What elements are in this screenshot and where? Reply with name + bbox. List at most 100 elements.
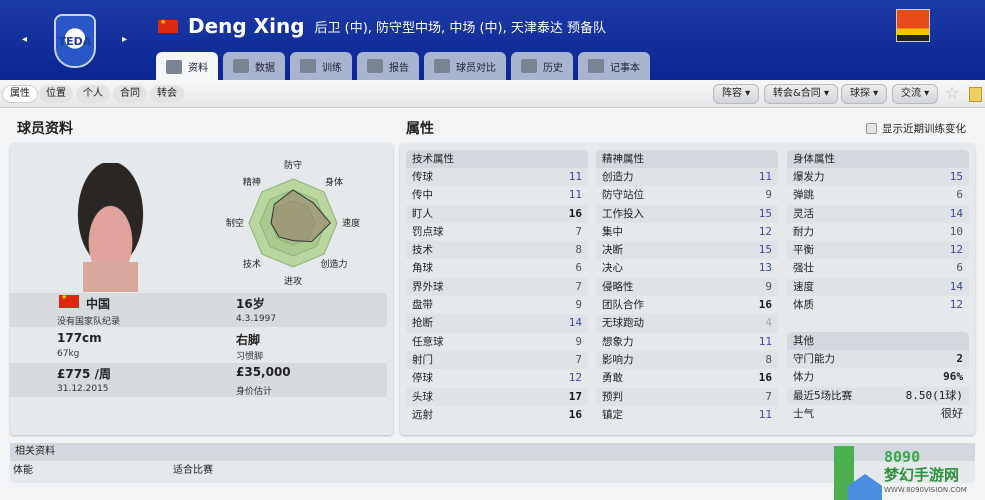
tab-label: 记事本	[610, 62, 640, 74]
attribute-value: 15	[949, 170, 963, 183]
attribute-row: 最近5场比赛 8.50(1球)	[787, 386, 969, 405]
attribute-name: 勇敢	[602, 372, 623, 385]
attribute-row: 射门 7	[406, 350, 588, 370]
attribute-name: 士气	[793, 407, 814, 420]
weight: 67kg	[57, 349, 80, 359]
attribute-row: 强壮 6	[787, 259, 969, 277]
market-value-label: 身价估计	[236, 387, 273, 397]
notebook-icon	[588, 59, 604, 73]
attribute-value: 7	[575, 279, 582, 293]
scout-menu[interactable]: 球探 ▾	[841, 84, 888, 104]
international-record: 没有国家队纪录	[57, 317, 121, 327]
attribute-row: 体力 96%	[787, 368, 969, 386]
attribute-value: 16	[758, 298, 772, 312]
attribute-name: 任意球	[412, 335, 444, 348]
attribute-name: 预判	[602, 390, 623, 403]
interact-menu-label: 交流	[901, 88, 921, 99]
attribute-row: 任意球 9	[406, 333, 588, 351]
history-icon	[521, 59, 537, 73]
attribute-value: 6	[956, 261, 963, 275]
condition-label: 体能	[13, 465, 33, 476]
attribute-value: 12	[949, 243, 963, 257]
subnav-transfer[interactable]: 转会	[150, 85, 184, 103]
attribute-name: 无球跑动	[602, 317, 644, 330]
radar-axis-label: 速度	[342, 217, 360, 229]
nationality: 中国	[86, 297, 111, 311]
attribute-row: 工作投入 15	[596, 204, 778, 223]
attribute-row: 集中 12	[596, 223, 778, 241]
attribute-name: 集中	[602, 225, 623, 238]
physical-attributes: 身体属性 爆发力 15 弹跳 6 灵活 14 耐力 10 平衡 12 强壮 6 速度 14 体质 12	[787, 150, 969, 314]
attribute-row: 远射 16	[406, 406, 588, 424]
attribute-row: 预判 7	[596, 387, 778, 406]
checkbox[interactable]	[866, 123, 877, 134]
attribute-name: 爆发力	[793, 171, 825, 183]
transfer-contract-menu[interactable]: 转会&合同 ▾	[764, 84, 839, 104]
attribute-row: 决心 13	[596, 259, 778, 277]
scout-menu-label: 球探	[850, 88, 870, 99]
watermark-url: WWW.8090VISION.COM	[884, 486, 967, 494]
attribute-value: 9	[765, 279, 772, 293]
attribute-name: 影响力	[602, 353, 634, 366]
age: 16岁	[236, 297, 265, 311]
note-add-icon[interactable]	[969, 87, 982, 102]
squad-menu[interactable]: 阵容 ▾	[713, 84, 760, 104]
attribute-value: 11	[758, 170, 772, 183]
preferred-foot-label: 习惯脚	[236, 352, 264, 362]
tab-label: 训练	[322, 62, 342, 74]
tab-compare[interactable]: 球员对比	[424, 52, 506, 80]
related-info-panel: 相关资料 体能 适合比赛	[10, 443, 975, 483]
attribute-value: 17	[568, 389, 582, 403]
attribute-row: 侵略性 9	[596, 277, 778, 297]
attribute-value: 96%	[943, 370, 963, 384]
height: 177cm	[57, 331, 102, 345]
attribute-value: 9	[765, 188, 772, 202]
attribute-name: 盯人	[412, 207, 433, 220]
tab-label: 历史	[543, 62, 563, 74]
date-of-birth: 4.3.1997	[236, 314, 277, 324]
radar-axis-label: 进攻	[284, 275, 302, 287]
radar-axis-label: 制空	[226, 217, 244, 229]
attribute-row: 灵活 14	[787, 204, 969, 223]
tab-bar-chart[interactable]: 数据	[223, 52, 285, 80]
prev-arrow-icon[interactable]: ◂	[22, 34, 27, 45]
next-arrow-icon[interactable]: ▸	[122, 34, 127, 45]
attribute-name: 远射	[412, 408, 433, 421]
tab-label: 资料	[188, 63, 208, 74]
tab-notebook[interactable]: 记事本	[578, 52, 650, 80]
technical-attributes: 技术属性 传球 11 传中 11 盯人 16 罚点球 7 技术 8 角球 6 界外球 7 盘带 9 抢断 14 任意球…	[406, 150, 588, 424]
radar-axis-label: 技术	[243, 258, 261, 270]
tab-history[interactable]: 历史	[511, 52, 573, 80]
attribute-value: 11	[568, 170, 582, 183]
star-icon[interactable]: ☆	[945, 83, 959, 102]
subnav-position[interactable]: 位置	[39, 85, 73, 103]
subnav-personal[interactable]: 个人	[76, 85, 110, 103]
report-icon	[367, 59, 383, 73]
attribute-name: 射门	[412, 353, 433, 366]
preferred-foot: 右脚	[236, 333, 261, 347]
attribute-row: 盘带 9	[406, 296, 588, 314]
attribute-row: 盯人 16	[406, 204, 588, 223]
attribute-name: 工作投入	[602, 207, 644, 220]
ball-icon	[300, 59, 316, 73]
tab-ball[interactable]: 训练	[290, 52, 352, 80]
attribute-value: 14	[949, 279, 963, 293]
profile-icon	[166, 59, 182, 74]
attribute-row: 传中 11	[406, 186, 588, 204]
attribute-row: 体质 12	[787, 296, 969, 314]
attribute-value: 9	[575, 298, 582, 312]
attribute-name: 盘带	[412, 299, 433, 312]
interact-menu[interactable]: 交流 ▾	[892, 84, 939, 104]
attribute-row: 角球 6	[406, 259, 588, 277]
bar-chart-icon	[233, 59, 249, 73]
tab-report[interactable]: 报告	[357, 52, 419, 80]
tab-profile[interactable]: 资料	[156, 52, 218, 81]
radar-axis-label: 精神	[243, 176, 261, 188]
subnav-contract[interactable]: 合同	[113, 85, 147, 103]
show-training-toggle[interactable]: 显示近期训练变化	[866, 121, 966, 136]
attribute-row: 士气 很好	[787, 405, 969, 423]
subnav-attributes[interactable]: 属性	[2, 85, 38, 103]
sub-navigation: 属性 位置 个人 合同 转会 阵容 ▾ 转会&合同 ▾ 球探 ▾ 交流 ▾ ☆	[0, 80, 985, 108]
header: ◂ TEDA ▸ Deng Xing 后卫 (中), 防守型中场, 中场 (中)…	[0, 0, 985, 81]
contract-expiry: 31.12.2015	[57, 384, 109, 394]
